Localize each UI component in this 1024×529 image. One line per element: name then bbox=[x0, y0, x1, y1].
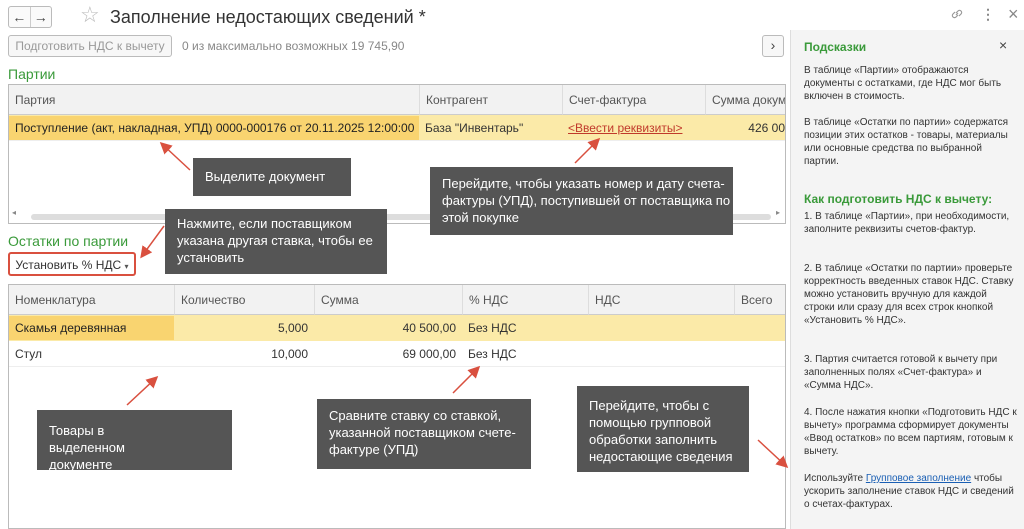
tip-other-rate: Нажмите, если поставщиком указана другая… bbox=[165, 209, 387, 274]
vat-rate-cell[interactable]: Без НДС bbox=[462, 316, 588, 340]
batch-cell[interactable]: Поступление (акт, накладная, УПД) 0000-0… bbox=[9, 116, 419, 140]
sum-cell[interactable]: 69 000,00 bbox=[314, 342, 462, 366]
dropdown-arrow-icon: ▾ bbox=[124, 262, 129, 271]
hint-step-2: 2. В таблице «Остатки по партии» проверь… bbox=[804, 263, 1014, 326]
more-icon[interactable]: ⋮ bbox=[981, 6, 995, 23]
hint-use: Используйте Групповое заполнение чтобы у… bbox=[804, 472, 1019, 511]
set-vat-rate-button[interactable]: Установить % НДС ▾ bbox=[8, 252, 136, 276]
tip-select-document-text: Выделите документ bbox=[205, 169, 326, 184]
sum-cell[interactable]: 426 00 bbox=[705, 116, 785, 140]
tip-goods-text: Товары в выделенном документе bbox=[49, 423, 125, 472]
tip-goods: Товары в выделенном документе bbox=[37, 410, 232, 472]
counterparty-cell[interactable]: База "Инвентарь" bbox=[419, 116, 562, 140]
tip-select-document: Выделите документ bbox=[193, 158, 351, 196]
back-icon[interactable]: ← bbox=[9, 7, 30, 27]
scroll-right-icon[interactable]: ▸ bbox=[776, 208, 780, 217]
total-cell[interactable] bbox=[734, 316, 785, 340]
invoice-link[interactable]: <Ввести реквизиты> bbox=[562, 116, 705, 140]
hint-paragraph-2: В таблице «Остатки по партии» содержатся… bbox=[804, 117, 1009, 167]
table-row[interactable]: Стул 10,000 69 000,00 Без НДС bbox=[9, 341, 785, 367]
hint-step-1: 1. В таблице «Партии», при необходимости… bbox=[804, 211, 1010, 235]
favorite-star-icon[interactable]: ☆ bbox=[80, 3, 100, 27]
qty-cell[interactable]: 5,000 bbox=[174, 316, 314, 340]
leftovers-section-title: Остатки по партии bbox=[8, 233, 129, 249]
vat-cell[interactable] bbox=[588, 316, 734, 340]
tip-compare-rate: Сравните ставку со ставкой, указанной по… bbox=[317, 399, 531, 469]
batches-col-invoice[interactable]: Счет-фактура bbox=[562, 85, 705, 115]
name-cell[interactable]: Скамья деревянная bbox=[9, 316, 174, 340]
hint-use-prefix: Используйте bbox=[804, 473, 864, 484]
total-cell[interactable] bbox=[734, 342, 785, 366]
vat-rate-cell[interactable]: Без НДС bbox=[462, 342, 588, 366]
vat-cell[interactable] bbox=[588, 342, 734, 366]
vat-counter: 0 из максимально возможных 19 745,90 bbox=[182, 39, 405, 53]
prepare-vat-button[interactable]: Подготовить НДС к вычету bbox=[8, 35, 172, 57]
tip-enter-invoice: Перейдите, чтобы указать номер и дату сч… bbox=[430, 167, 733, 235]
leftovers-col-vat-rate[interactable]: % НДС bbox=[462, 285, 588, 315]
hints-how-title: Как подготовить НДС к вычету: bbox=[804, 192, 993, 206]
leftovers-col-qty[interactable]: Количество bbox=[174, 285, 314, 315]
tip-group-fill-text: Перейдите, чтобы с помощью групповой обр… bbox=[589, 398, 733, 464]
tip-group-fill: Перейдите, чтобы с помощью групповой обр… bbox=[577, 386, 749, 472]
qty-cell[interactable]: 10,000 bbox=[174, 342, 314, 366]
tip-other-rate-text: Нажмите, если поставщиком указана другая… bbox=[177, 216, 373, 265]
table-row[interactable]: Скамья деревянная 5,000 40 500,00 Без НД… bbox=[9, 315, 785, 341]
batches-col-sum[interactable]: Сумма докуме bbox=[705, 85, 785, 115]
set-vat-rate-label: Установить % НДС bbox=[15, 258, 122, 272]
sum-cell[interactable]: 40 500,00 bbox=[314, 316, 462, 340]
leftovers-col-sum[interactable]: Сумма bbox=[314, 285, 462, 315]
tip-compare-rate-text: Сравните ставку со ставкой, указанной по… bbox=[329, 408, 516, 457]
next-panel-button[interactable]: › bbox=[762, 35, 784, 57]
hint-step-3: 3. Партия считается готовой к вычету при… bbox=[804, 354, 998, 391]
group-fill-link[interactable]: Групповое заполнение bbox=[866, 473, 971, 484]
tip-enter-invoice-text: Перейдите, чтобы указать номер и дату сч… bbox=[442, 176, 731, 225]
table-row[interactable]: Поступление (акт, накладная, УПД) 0000-0… bbox=[9, 115, 785, 141]
nav-buttons: ← → bbox=[8, 6, 52, 28]
batches-col-batch[interactable]: Партия bbox=[9, 85, 419, 115]
name-cell[interactable]: Стул bbox=[9, 342, 174, 366]
hint-step-4: 4. После нажатия кнопки «Подготовить НДС… bbox=[804, 407, 1017, 457]
leftovers-col-vat[interactable]: НДС bbox=[588, 285, 734, 315]
scroll-left-icon[interactable]: ◂ bbox=[12, 208, 16, 217]
hints-panel: Подсказки × В таблице «Партии» отображаю… bbox=[790, 30, 1024, 529]
leftovers-col-name[interactable]: Номенклатура bbox=[9, 285, 174, 315]
batches-col-counterparty[interactable]: Контрагент bbox=[419, 85, 562, 115]
window-title: Заполнение недостающих сведений * bbox=[110, 7, 426, 27]
link-icon[interactable] bbox=[950, 7, 964, 24]
hint-paragraph-1: В таблице «Партии» отображаются документ… bbox=[804, 65, 1002, 102]
hints-title: Подсказки bbox=[804, 40, 867, 54]
arrow-to-set-vat-button bbox=[140, 225, 165, 259]
batches-section-title: Партии bbox=[8, 66, 56, 82]
forward-icon[interactable]: → bbox=[29, 7, 52, 27]
close-icon[interactable]: × bbox=[1008, 4, 1019, 25]
leftovers-col-total[interactable]: Всего bbox=[734, 285, 785, 315]
hints-close-icon[interactable]: × bbox=[999, 37, 1007, 53]
